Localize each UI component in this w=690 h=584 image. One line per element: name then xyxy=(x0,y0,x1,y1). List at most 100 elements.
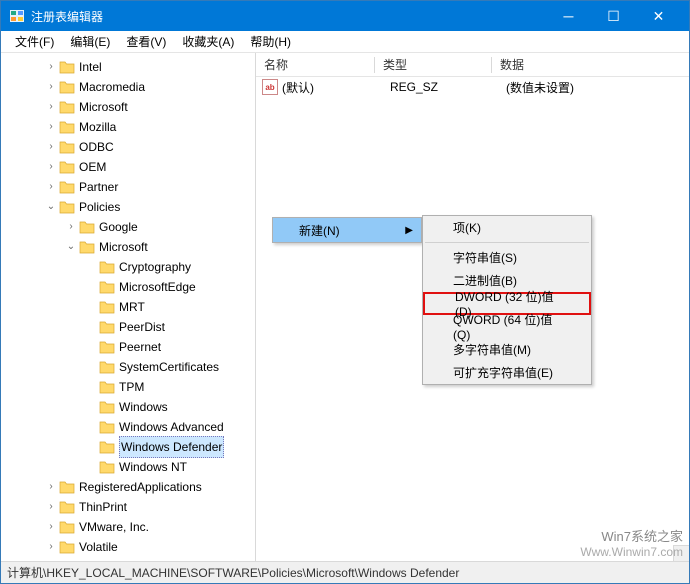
tree-node[interactable]: ·TPM xyxy=(3,377,253,397)
chevron-right-icon[interactable]: · xyxy=(83,397,99,417)
tree-node[interactable]: · MicrosoftEdge xyxy=(3,277,253,297)
chevron-right-icon[interactable]: › xyxy=(43,137,59,157)
submenu-string[interactable]: 字符串值(S) xyxy=(423,246,591,269)
tree-node[interactable]: ›Partner xyxy=(3,177,253,197)
context-submenu-new: 项(K) 字符串值(S) 二进制值(B) DWORD (32 位)值(D) QW… xyxy=(422,215,592,385)
tree-node[interactable]: › Mozilla xyxy=(3,117,253,137)
string-value-icon: ab xyxy=(262,79,278,95)
chevron-right-icon[interactable]: › xyxy=(43,117,59,137)
tree-node-label: ODBC xyxy=(79,137,114,157)
chevron-down-icon[interactable]: ⌄ xyxy=(43,197,59,217)
menu-favorites[interactable]: 收藏夹(A) xyxy=(174,31,242,52)
chevron-right-icon[interactable]: › xyxy=(43,517,59,537)
tree-node[interactable]: · Windows Advanced xyxy=(3,417,253,437)
tree-node-label: ThinPrint xyxy=(79,497,127,517)
tree-node-label: Google xyxy=(99,217,138,237)
tree-node-label: Macromedia xyxy=(79,77,145,97)
chevron-right-icon[interactable]: · xyxy=(83,437,99,457)
chevron-down-icon[interactable]: ⌄ xyxy=(63,237,79,257)
submenu-expandstring[interactable]: 可扩充字符串值(E) xyxy=(423,361,591,384)
tree-node[interactable]: · Peernet xyxy=(3,337,253,357)
chevron-right-icon[interactable]: · xyxy=(83,257,99,277)
tree-node[interactable]: › Intel xyxy=(3,57,253,77)
chevron-right-icon[interactable]: › xyxy=(43,497,59,517)
tree-node-label: Cryptography xyxy=(119,257,191,277)
chevron-right-icon[interactable]: › xyxy=(43,97,59,117)
tree-node[interactable]: › Volatile xyxy=(3,537,253,557)
resize-corner[interactable] xyxy=(673,545,689,561)
value-type: REG_SZ xyxy=(390,80,506,94)
tree-node-label: Peernet xyxy=(119,337,161,357)
menu-new-label: 新建(N) xyxy=(299,222,340,239)
column-header: 名称 类型 数据 xyxy=(256,53,689,77)
values-pane: 名称 类型 数据 ab (默认) REG_SZ (数值未设置) 新建(N) ▶ … xyxy=(256,53,689,561)
col-name[interactable]: 名称 xyxy=(256,56,374,73)
value-data: (数值未设置) xyxy=(506,79,689,96)
tree-node[interactable]: ⌄ Policies xyxy=(3,197,253,217)
tree-node-label: Microsoft xyxy=(99,237,148,257)
tree-node[interactable]: · SystemCertificates xyxy=(3,357,253,377)
close-button[interactable]: ✕ xyxy=(636,1,681,31)
values-list[interactable]: ab (默认) REG_SZ (数值未设置) 新建(N) ▶ 项(K) 字符串值… xyxy=(256,77,689,561)
tree-node[interactable]: ·PeerDist xyxy=(3,317,253,337)
submenu-qword[interactable]: QWORD (64 位)值(Q) xyxy=(423,315,591,338)
col-data[interactable]: 数据 xyxy=(492,56,689,73)
window-title: 注册表编辑器 xyxy=(31,8,546,25)
chevron-right-icon[interactable]: · xyxy=(83,337,99,357)
menu-view[interactable]: 查看(V) xyxy=(118,31,174,52)
chevron-right-icon[interactable]: › xyxy=(43,537,59,557)
submenu-key[interactable]: 项(K) xyxy=(423,216,591,239)
tree-node-label: Windows xyxy=(119,397,168,417)
tree-node[interactable]: › Macromedia xyxy=(3,77,253,97)
value-row[interactable]: ab (默认) REG_SZ (数值未设置) xyxy=(256,77,689,97)
tree-node-label: MRT xyxy=(119,297,145,317)
chevron-right-icon[interactable]: · xyxy=(83,277,99,297)
tree-node[interactable]: › Google xyxy=(3,217,253,237)
regedit-icon xyxy=(9,8,25,24)
tree-node[interactable]: ›Microsoft xyxy=(3,97,253,117)
menu-help[interactable]: 帮助(H) xyxy=(242,31,299,52)
chevron-right-icon[interactable]: · xyxy=(83,297,99,317)
chevron-right-icon[interactable]: › xyxy=(43,57,59,77)
tree-node-label: Windows Advanced xyxy=(119,417,224,437)
tree-node[interactable]: › ThinPrint xyxy=(3,497,253,517)
tree-node[interactable]: ⌄ Microsoft xyxy=(3,237,253,257)
tree-node[interactable]: · MRT xyxy=(3,297,253,317)
chevron-right-icon[interactable]: · xyxy=(83,377,99,397)
chevron-right-icon[interactable]: › xyxy=(43,157,59,177)
tree-node[interactable]: · Windows xyxy=(3,397,253,417)
tree-node-label: Volatile xyxy=(79,537,118,557)
chevron-right-icon[interactable]: › xyxy=(43,77,59,97)
tree-node-label: MicrosoftEdge xyxy=(119,277,196,297)
tree-node[interactable]: ›VMware, Inc. xyxy=(3,517,253,537)
tree-node[interactable]: · Windows NT xyxy=(3,457,253,477)
tree-node[interactable]: › ODBC xyxy=(3,137,253,157)
chevron-right-icon[interactable]: › xyxy=(63,217,79,237)
chevron-right-icon[interactable]: · xyxy=(83,417,99,437)
chevron-right-icon[interactable]: · xyxy=(83,457,99,477)
tree-pane[interactable]: ›Intel›Macromedia›Microsoft›Mozilla›ODBC… xyxy=(1,53,256,561)
tree-node[interactable]: ›OEM xyxy=(3,157,253,177)
tree-node[interactable]: · Cryptography xyxy=(3,257,253,277)
tree-node[interactable]: ·Windows Defender xyxy=(3,437,253,457)
chevron-right-icon[interactable]: › xyxy=(43,177,59,197)
chevron-right-icon[interactable]: › xyxy=(43,477,59,497)
menu-divider xyxy=(425,242,589,243)
tree-node[interactable]: ›RegisteredApplications xyxy=(3,477,253,497)
titlebar: 注册表编辑器 ─ ☐ ✕ xyxy=(1,1,689,31)
chevron-right-icon[interactable]: · xyxy=(83,317,99,337)
tree-node-label: SystemCertificates xyxy=(119,357,219,377)
submenu-multistring[interactable]: 多字符串值(M) xyxy=(423,338,591,361)
tree-node-label: Policies xyxy=(79,197,120,217)
statusbar: 计算机\HKEY_LOCAL_MACHINE\SOFTWARE\Policies… xyxy=(1,561,689,583)
tree-node-label: Mozilla xyxy=(79,117,116,137)
tree-node-label: Intel xyxy=(79,57,102,77)
tree-node-label: Windows NT xyxy=(119,457,187,477)
minimize-button[interactable]: ─ xyxy=(546,1,591,31)
menu-file[interactable]: 文件(F) xyxy=(7,31,62,52)
menu-new[interactable]: 新建(N) ▶ xyxy=(273,218,421,242)
maximize-button[interactable]: ☐ xyxy=(591,1,636,31)
col-type[interactable]: 类型 xyxy=(375,56,491,73)
menu-edit[interactable]: 编辑(E) xyxy=(62,31,118,52)
chevron-right-icon[interactable]: · xyxy=(83,357,99,377)
